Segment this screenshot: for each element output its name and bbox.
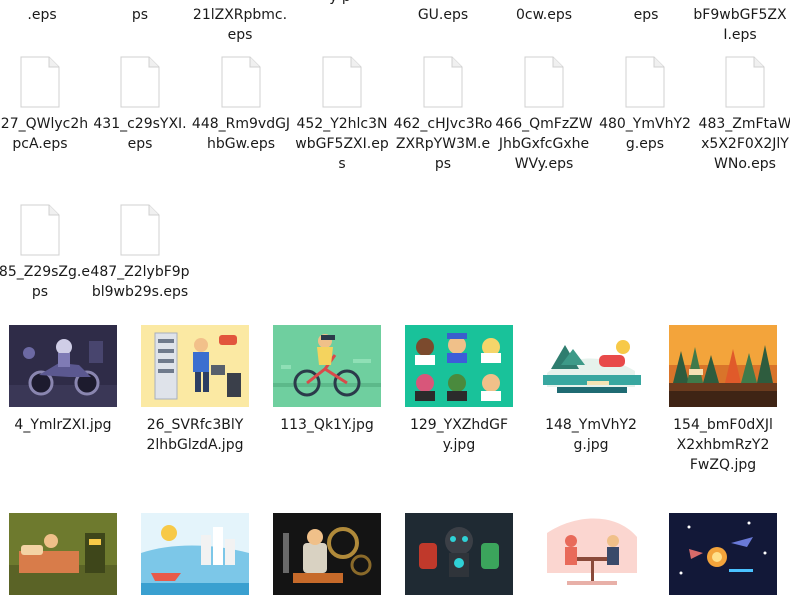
bedroom-thumbnail[interactable]: [9, 513, 117, 595]
file-label[interactable]: 427_QWlyc2hpcA.eps: [0, 114, 90, 154]
space-battle-thumbnail[interactable]: [669, 513, 777, 595]
avatars-thumbnail[interactable]: [405, 325, 513, 407]
document-icon[interactable]: [221, 56, 261, 108]
file-label[interactable]: 485_Z29sZg.eps: [0, 262, 90, 302]
document-icon[interactable]: [625, 56, 665, 108]
it-specialist-thumbnail[interactable]: [141, 325, 249, 407]
document-icon[interactable]: [322, 56, 362, 108]
file-label[interactable]: bF9wbGF5ZXI.eps: [690, 5, 790, 45]
file-label[interactable]: 21lZXRpbmc.eps: [190, 5, 290, 45]
file-label[interactable]: 0cw.eps: [494, 5, 594, 25]
file-label[interactable]: 466_QmFzZWJhbGxfcGxheWVy.eps: [494, 114, 594, 174]
file-label[interactable]: 431_c29sYXI.eps: [90, 114, 190, 154]
file-label[interactable]: 480_YmVhY2g.eps: [595, 114, 695, 154]
file-label[interactable]: 448_Rm9vdGJhbGw.eps: [191, 114, 291, 154]
nature-landscape-thumbnail[interactable]: [669, 325, 777, 407]
robots-thumbnail[interactable]: [405, 513, 513, 595]
file-label[interactable]: 452_Y2hlc3NwbGF5ZXI.eps: [292, 114, 392, 174]
file-label[interactable]: GU.eps: [393, 5, 493, 25]
file-label[interactable]: ps: [90, 5, 190, 25]
file-label[interactable]: 154_bmF0dXJlX2xhbmRzY2FwZQ.jpg: [673, 415, 773, 475]
robot-workshop-thumbnail[interactable]: [273, 513, 381, 595]
file-label[interactable]: 462_cHJvc3RoZXRpYW3M.eps: [393, 114, 493, 174]
beach-thumbnail[interactable]: [537, 325, 645, 407]
file-label[interactable]: .eps: [0, 5, 92, 25]
document-icon[interactable]: [120, 56, 160, 108]
bmx-rider-thumbnail[interactable]: [273, 325, 381, 407]
document-icon[interactable]: [524, 56, 564, 108]
file-label[interactable]: 129_YXZhdGFy.jpg: [409, 415, 509, 455]
file-label[interactable]: 487_Z2lybF9pbl9wb29s.eps: [90, 262, 190, 302]
document-icon[interactable]: [20, 204, 60, 256]
motorbike-thumbnail[interactable]: [9, 325, 117, 407]
file-label[interactable]: 4_YmlrZXI.jpg: [13, 415, 113, 435]
cafe-couple-thumbnail[interactable]: [537, 513, 645, 595]
file-label[interactable]: 148_YmVhY2g.jpg: [541, 415, 641, 455]
document-icon[interactable]: [120, 204, 160, 256]
document-icon[interactable]: [725, 56, 765, 108]
file-label[interactable]: eps: [596, 5, 696, 25]
seaside-city-thumbnail[interactable]: [141, 513, 249, 595]
document-icon[interactable]: [423, 56, 463, 108]
file-label[interactable]: y p: [290, 0, 390, 7]
document-icon[interactable]: [20, 56, 60, 108]
file-label[interactable]: 113_Qk1Y.jpg: [277, 415, 377, 435]
file-label[interactable]: 483_ZmFtaWx5X2F0X2JlYWNo.eps: [695, 114, 790, 174]
file-label[interactable]: 26_SVRfc3BlY2lhbGlzdA.jpg: [145, 415, 245, 455]
file-explorer-view: .eps ps 21lZXRpbmc.eps y p GU.eps 0cw.ep…: [0, 0, 790, 600]
